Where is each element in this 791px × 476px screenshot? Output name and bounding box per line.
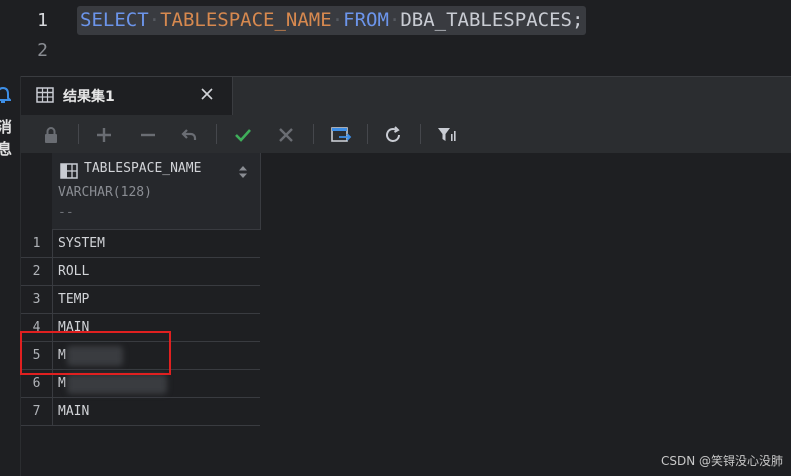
refresh-icon[interactable] <box>382 124 404 146</box>
toolbar-separator <box>313 124 314 144</box>
check-icon[interactable] <box>232 124 254 146</box>
watermark: CSDN @笑锝没心没肺 <box>660 454 783 468</box>
column-type: VARCHAR(128) <box>58 185 152 200</box>
table-cell[interactable]: SYSTEM <box>58 230 105 257</box>
column-header-tablespace-name[interactable]: TABLESPACE_NAME VARCHAR(128) -- <box>52 153 261 230</box>
plus-icon[interactable] <box>93 124 115 146</box>
row-number: 3 <box>21 286 53 313</box>
results-toolbar <box>21 115 791 153</box>
sql-column: TABLESPACE_NAME <box>160 9 332 31</box>
table-cell[interactable]: MAIN <box>58 398 89 425</box>
table-cell[interactable]: TEMP <box>58 286 89 313</box>
redacted-value <box>67 374 167 394</box>
row-number: 7 <box>21 398 53 425</box>
row-number: 1 <box>21 230 53 257</box>
bell-icon[interactable] <box>0 86 13 108</box>
sql-statement[interactable]: SELECT·TABLESPACE_NAME·FROM·DBA_TABLESPA… <box>77 6 587 35</box>
table-row[interactable]: 3 TEMP <box>21 286 260 314</box>
table-row[interactable]: 7 MAIN <box>21 398 260 426</box>
table-grid-icon <box>36 87 54 107</box>
sql-editor[interactable]: 1 2 SELECT·TABLESPACE_NAME·FROM·DBA_TABL… <box>0 0 791 76</box>
lock-icon[interactable] <box>40 124 62 146</box>
messages-tab-label[interactable]: 消息 <box>0 116 12 160</box>
table-cell[interactable]: ROLL <box>58 258 89 285</box>
table-row[interactable]: 2 ROLL <box>21 258 260 286</box>
column-name: TABLESPACE_NAME <box>84 161 202 176</box>
side-panel-strip: 消息 <box>0 76 21 476</box>
row-number-header <box>21 153 53 230</box>
undo-icon[interactable] <box>178 124 200 146</box>
sort-icon[interactable] <box>238 164 248 183</box>
toolbar-separator <box>216 124 217 144</box>
tab-label: 结果集1 <box>63 89 115 105</box>
sql-keyword-from: FROM <box>343 9 389 31</box>
toolbar-separator <box>420 124 421 144</box>
column-table-icon <box>60 163 78 183</box>
export-icon[interactable] <box>330 124 352 146</box>
tab-result-set-1[interactable]: 结果集1 <box>21 77 233 115</box>
row-number: 2 <box>21 258 53 285</box>
results-tab-bar: 结果集1 <box>21 76 791 116</box>
line-number: 1 <box>37 10 48 31</box>
sql-table: DBA_TABLESPACES; <box>400 9 584 31</box>
cancel-icon[interactable] <box>275 124 297 146</box>
minus-icon[interactable] <box>137 124 159 146</box>
toolbar-separator <box>78 124 79 144</box>
line-number: 2 <box>37 40 48 61</box>
filter-icon[interactable] <box>436 124 458 146</box>
toolbar-separator <box>367 124 368 144</box>
close-icon[interactable] <box>199 86 215 106</box>
table-row[interactable]: 1 SYSTEM <box>21 230 260 258</box>
sql-keyword-select: SELECT <box>80 9 149 31</box>
column-null-marker: -- <box>58 205 74 220</box>
result-grid: TABLESPACE_NAME VARCHAR(128) -- 1 SYSTEM… <box>21 153 791 476</box>
annotation-highlight-box <box>20 331 171 375</box>
